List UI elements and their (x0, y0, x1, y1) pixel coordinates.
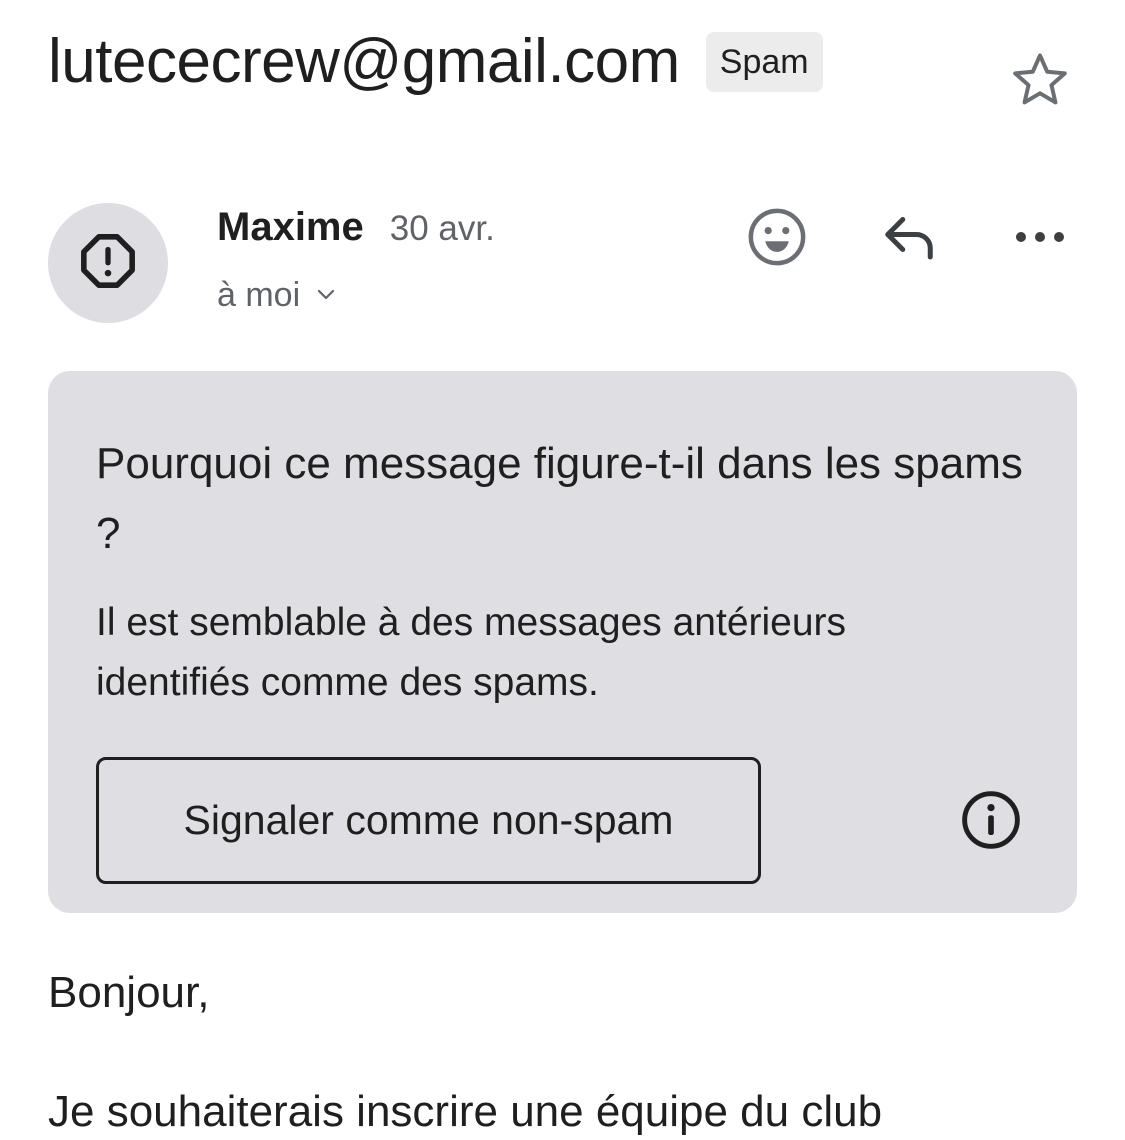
recipient-toggle[interactable]: à moi (217, 276, 338, 315)
star-icon[interactable] (1008, 48, 1072, 112)
spam-card-text: Il est semblable à des messages antérieu… (96, 601, 847, 704)
emoji-reaction-button[interactable] (737, 199, 817, 279)
reply-button[interactable] (869, 199, 949, 279)
spam-explanation-card: Pourquoi ce message figure-t-il dans les… (48, 371, 1077, 913)
more-options-button[interactable] (1000, 199, 1080, 279)
emoji-reaction-icon (745, 205, 809, 274)
reply-icon (879, 207, 939, 272)
spam-card-title: Pourquoi ce message figure-t-il dans les… (96, 439, 1023, 558)
avatar (48, 203, 168, 323)
recipient-label: à moi (217, 276, 301, 314)
message-body-text: Je souhaiterais inscrire une équipe du c… (48, 1087, 883, 1136)
report-not-spam-button[interactable]: Signaler comme non-spam (96, 757, 761, 884)
sender-name[interactable]: Maxime (217, 205, 364, 250)
more-horizontal-icon (1012, 227, 1068, 252)
spam-warning-icon (79, 232, 137, 295)
message-date: 30 avr. (389, 209, 495, 248)
info-icon (960, 789, 1022, 856)
subject-row: lutececrew@gmail.com Spam (48, 22, 823, 102)
spam-label-chip[interactable]: Spam (705, 32, 823, 92)
chevron-down-icon (300, 276, 338, 315)
info-button[interactable] (958, 789, 1024, 855)
email-subject: lutececrew@gmail.com (48, 27, 680, 96)
message-greeting: Bonjour, (48, 968, 210, 1017)
sender-line: Maxime 30 avr. (217, 205, 495, 250)
